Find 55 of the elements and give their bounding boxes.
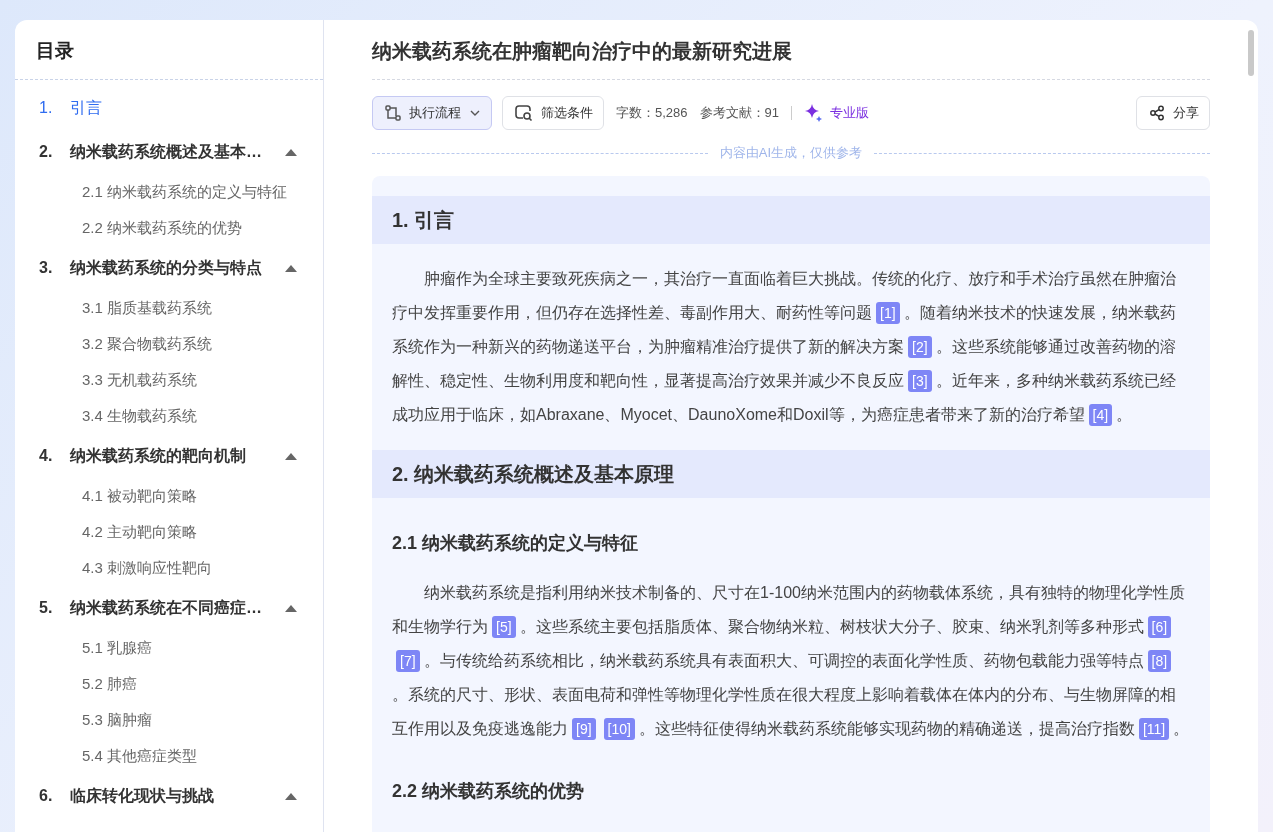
section-heading: 1. 引言 [372, 196, 1210, 244]
toc-subsection[interactable]: 2.2 纳米载药系统的优势 [39, 210, 323, 246]
citation-link[interactable]: [10] [603, 718, 635, 740]
paragraph: 肿瘤作为全球主要致死疾病之一，其治疗一直面临着巨大挑战。传统的化疗、放疗和手术治疗虽然在肿瘤治疗中发挥重要作用，但仍存在选择性差、毒副作用大、耐药性等问题 [1] 。随着纳米技术的快速发展，纳米载药系统作为一种新兴的药物递送平台，为肿瘤精准治疗提供了新的解决方案 [2] 。这些系统能够通过改善药物的溶解性、稳定性、生物利用度和靶向性，显著提高治疗效果并减少不良反应 [3] 。近年来，多种纳米载药系统已经成功应用于临床，如Abraxane、Myocet、DaunoXome和Doxil等，为癌症患者带来了新的治疗希望 [4] 。 [392, 262, 1190, 432]
word-count: 字数：5,286 [616, 104, 688, 122]
toc-subsection[interactable]: 3.2 聚合物载药系统 [39, 326, 323, 362]
toc-chapter[interactable]: 6. 临床转化现状与挑战 [39, 774, 323, 818]
ai-disclaimer: 内容由AI生成，仅供参考 [719, 144, 863, 162]
filter-button[interactable]: 筛选条件 [502, 96, 604, 130]
toc-subsection[interactable]: 5.1 乳腺癌 [39, 630, 323, 666]
share-button[interactable]: 分享 [1136, 96, 1210, 130]
search-icon [515, 105, 533, 121]
workflow-button[interactable]: 执行流程 [372, 96, 492, 130]
subsection-heading: 2.1 纳米载药系统的定义与特征 [392, 532, 640, 555]
toc-chapter[interactable]: 4. 纳米载药系统的靶向机制 [39, 434, 323, 478]
toc-chapter[interactable]: 1. 引言 [39, 86, 323, 130]
citation-link[interactable]: [5] [492, 616, 516, 638]
collapse-arrow-icon[interactable] [285, 792, 297, 800]
collapse-arrow-icon[interactable] [285, 604, 297, 612]
sparkle-icon [804, 103, 824, 123]
toc-subsection[interactable]: 5.2 肺癌 [39, 666, 323, 702]
toc-subsection[interactable]: 4.3 刺激响应性靶向 [39, 550, 323, 586]
collapse-arrow-icon[interactable] [285, 452, 297, 460]
toc-subsection[interactable]: 4.2 主动靶向策略 [39, 514, 323, 550]
toc-subsection[interactable]: 2.1 纳米载药系统的定义与特征 [39, 174, 323, 210]
share-icon [1149, 105, 1165, 121]
toc-subsection[interactable]: 5.4 其他癌症类型 [39, 738, 323, 774]
reference-count: 参考文献：91 [699, 104, 779, 122]
document-title: 纳米载药系统在肿瘤靶向治疗中的最新研究进展 [372, 20, 1210, 80]
toc-subsection[interactable]: 3.1 脂质基载药系统 [39, 290, 323, 326]
toc-subsection[interactable]: 3.3 无机载药系统 [39, 362, 323, 398]
citation-link[interactable]: [3] [908, 370, 932, 392]
toc-subsection[interactable]: 5.3 脑肿瘤 [39, 702, 323, 738]
toc-subsection[interactable]: 4.1 被动靶向策略 [39, 478, 323, 514]
subsection-heading: 2.2 纳米载药系统的优势 [392, 780, 586, 803]
scrollbar-thumb[interactable] [1248, 30, 1254, 76]
citation-link[interactable]: [9] [572, 718, 596, 740]
citation-link[interactable]: [11] [1138, 718, 1170, 740]
pro-edition-label: 专业版 [830, 104, 869, 122]
toc-chapter[interactable]: 3. 纳米载药系统的分类与特点 [39, 246, 323, 290]
toc-subsection[interactable]: 3.4 生物载药系统 [39, 398, 323, 434]
paragraph: 纳米载药系统是指利用纳米技术制备的、尺寸在1-100纳米范围内的药物载体系统，具有独特的物理化学性质和生物学行为 [5] 。这些系统主要包括脂质体、聚合物纳米粒、树枝状大分子、胶束、纳米乳剂等多种形式 [6] [7] 。与传统给药系统相比，纳米载药系统具有表面积大、可调控的表面化学性质、药物包载能力强等特点 [8] 。系统的尺寸、形状、表面电荷和弹性等物理化学性质在很大程度上影响着载体在体内的分布、与生物屏障的相互作用以及免疫逃逸能力 [9] [10] 。这些特征使得纳米载药系统能够实现药物的精确递送，提高治疗指数 [11] 。 [392, 576, 1190, 746]
collapse-arrow-icon[interactable] [285, 148, 297, 156]
citation-link[interactable]: [2] [908, 336, 932, 358]
citation-link[interactable]: [6] [1147, 616, 1172, 638]
section-heading: 2. 纳米载药系统概述及基本原理 [372, 450, 1210, 498]
citation-link[interactable]: [4] [1088, 404, 1113, 426]
flow-icon [385, 105, 401, 121]
citation-link[interactable]: [1] [876, 302, 900, 324]
collapse-arrow-icon[interactable] [285, 264, 297, 272]
citation-link[interactable]: [7] [396, 650, 420, 672]
toc-chapter[interactable]: 2. 纳米载药系统概述及基本… [39, 130, 323, 174]
sidebar-title: 目录 [15, 20, 323, 80]
citation-link[interactable]: [8] [1147, 650, 1172, 672]
toc-chapter[interactable]: 5. 纳米载药系统在不同癌症… [39, 586, 323, 630]
